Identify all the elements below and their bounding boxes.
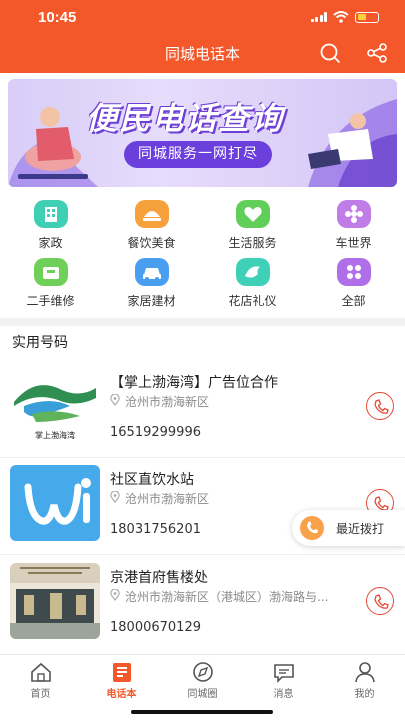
- listing-address: 沧州市渤海新区: [125, 492, 210, 506]
- battery-icon: [355, 11, 379, 23]
- category-label: 家政: [38, 236, 63, 250]
- listing-phone: 18000670129: [110, 620, 201, 635]
- banner-title: 便民电话查询: [86, 101, 284, 137]
- logo-text: 掌上渤海湾: [35, 430, 75, 440]
- listing-logo: [10, 563, 100, 639]
- home-indicator: [131, 710, 273, 714]
- cellular-signal-icon: [310, 12, 327, 22]
- listing-logo: 掌上渤海湾: [10, 368, 100, 444]
- category-all[interactable]: 全部: [303, 258, 404, 309]
- listing-phone: 16519299996: [110, 425, 201, 440]
- compass-icon: [192, 662, 213, 682]
- tab-city-circle[interactable]: 同城圈: [162, 661, 243, 700]
- category-label: 花店礼仪: [228, 294, 277, 308]
- promo-banner[interactable]: 便民电话查询 同城服务一网打尽: [8, 79, 397, 187]
- recent-calls-button[interactable]: 最近拨打: [292, 510, 405, 546]
- share-icon[interactable]: [366, 42, 388, 64]
- listing-name: 【掌上渤海湾】广告位合作: [110, 375, 278, 391]
- call-button[interactable]: [366, 392, 394, 420]
- section-title: 实用号码: [12, 335, 68, 351]
- category-food[interactable]: 餐饮美食: [101, 200, 202, 251]
- home-icon: [30, 662, 51, 682]
- listing-address: 沧州市渤海新区: [125, 395, 210, 409]
- recent-calls-label: 最近拨打: [336, 522, 385, 536]
- listing-item[interactable]: 掌上渤海湾 【掌上渤海湾】广告位合作 沧州市渤海新区 16519299996: [0, 368, 405, 456]
- category-label: 餐饮美食: [127, 236, 176, 250]
- tab-label: 我的: [354, 689, 375, 700]
- message-icon: [273, 664, 294, 683]
- category-label: 家居建材: [127, 294, 176, 308]
- wifi-icon: [333, 11, 349, 23]
- tab-label: 同城圈: [187, 689, 218, 700]
- phone-icon: [374, 594, 389, 609]
- tab-label: 消息: [273, 689, 294, 700]
- page-title: 同城电话本: [164, 45, 240, 63]
- category-home-materials[interactable]: 家居建材: [101, 258, 202, 309]
- phonebook-icon: [112, 663, 131, 682]
- tab-label: 首页: [30, 689, 51, 700]
- app-header: 10:45 同城电话本: [0, 0, 405, 73]
- search-icon[interactable]: [319, 42, 341, 64]
- banner-subtitle: 同城服务一网打尽: [124, 141, 272, 168]
- category-life-services[interactable]: 生活服务: [202, 200, 303, 251]
- car-icon: [134, 258, 169, 286]
- section-divider: [0, 318, 405, 326]
- grid-icon: [336, 258, 371, 286]
- category-label: 车世界: [335, 236, 372, 250]
- list-separator: [0, 554, 405, 555]
- status-time: 10:45: [38, 9, 77, 26]
- category-car-world[interactable]: 车世界: [303, 200, 404, 251]
- location-pin-icon: [110, 589, 120, 601]
- listing-phone: 18031756201: [110, 522, 201, 537]
- tab-home[interactable]: 首页: [0, 661, 81, 700]
- tab-phonebook[interactable]: 电话本: [81, 661, 162, 700]
- car-flower-icon: [336, 200, 371, 228]
- category-florist[interactable]: 花店礼仪: [202, 258, 303, 309]
- category-repair[interactable]: 二手维修: [0, 258, 101, 309]
- status-icons: [310, 11, 379, 23]
- food-icon: [134, 200, 169, 228]
- tab-label: 电话本: [106, 689, 137, 700]
- location-pin-icon: [110, 491, 120, 503]
- building-icon: [33, 200, 68, 228]
- category-housekeeping[interactable]: 家政: [0, 200, 101, 251]
- location-pin-icon: [110, 394, 120, 406]
- list-separator: [0, 457, 405, 458]
- heart-icon: [235, 200, 270, 228]
- category-label: 全部: [341, 294, 366, 308]
- repair-icon: [33, 258, 68, 286]
- tab-messages[interactable]: 消息: [243, 661, 324, 700]
- bird-icon: [235, 258, 270, 286]
- category-label: 二手维修: [26, 294, 75, 308]
- tab-profile[interactable]: 我的: [324, 661, 405, 700]
- call-button[interactable]: [366, 587, 394, 615]
- listing-item[interactable]: 京港首府售楼处 沧州市渤海新区（港城区）渤海路与... 18000670129: [0, 563, 405, 651]
- user-icon: [354, 662, 375, 683]
- listing-address: 沧州市渤海新区（港城区）渤海路与...: [125, 590, 329, 604]
- listing-name: 京港首府售楼处: [110, 570, 208, 586]
- phone-icon: [374, 399, 389, 414]
- listing-logo: [10, 465, 100, 541]
- listing-name: 社区直饮水站: [110, 472, 194, 488]
- category-label: 生活服务: [228, 236, 277, 250]
- phone-icon: [300, 516, 324, 540]
